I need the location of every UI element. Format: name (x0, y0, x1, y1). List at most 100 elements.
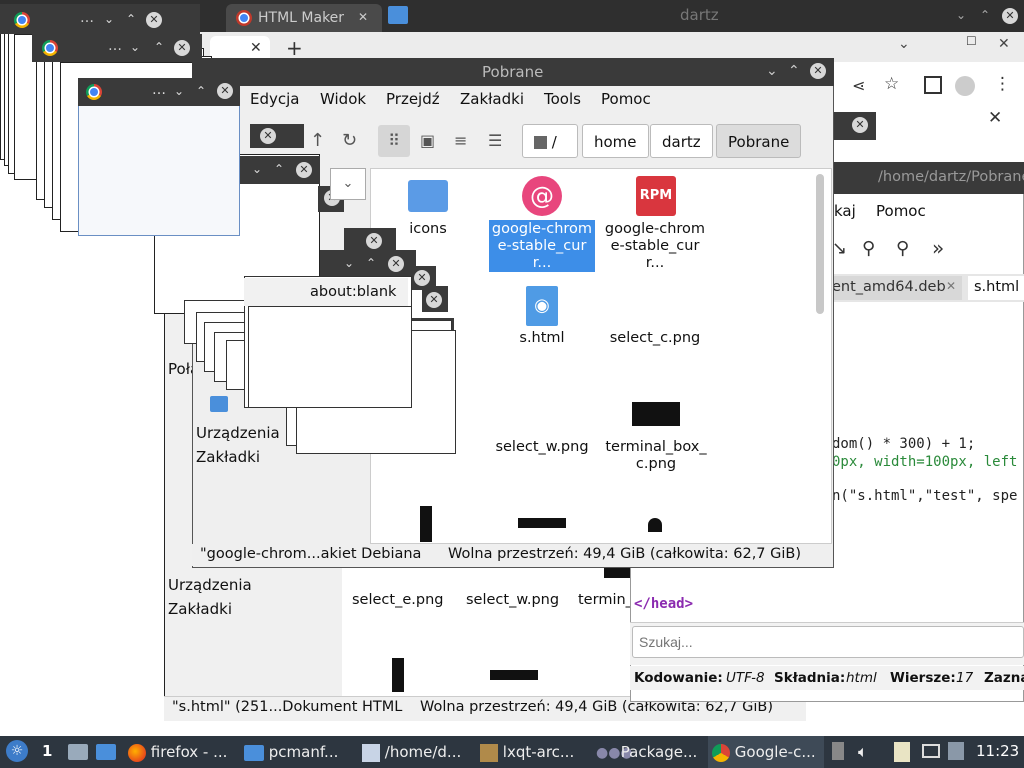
close-icon[interactable]: ✕ (998, 36, 1010, 52)
menu-tools[interactable]: Tools (544, 90, 581, 108)
bookmark-star-icon[interactable]: ☆ (884, 74, 899, 94)
tray-indicator-icon[interactable] (832, 742, 844, 760)
share-icon[interactable]: ⋖ (852, 76, 865, 95)
minimize-icon[interactable]: ⌄ (956, 8, 966, 22)
combo-dropdown[interactable]: ⌄ (330, 168, 366, 200)
minimize-icon[interactable]: ⌄ (344, 256, 354, 270)
folder-icon[interactable] (96, 744, 116, 760)
file-label[interactable]: select_w.png (488, 439, 596, 456)
maximize-icon[interactable]: ☐ (966, 34, 977, 48)
maximize-icon[interactable]: ⌃ (196, 84, 206, 98)
reload-icon[interactable]: ↻ (342, 130, 357, 151)
close-icon[interactable]: ✕ (852, 117, 868, 133)
menu-view[interactable]: Widok (320, 90, 366, 108)
maximize-icon[interactable]: ⌃ (366, 256, 376, 270)
more-menu-icon[interactable]: ⋮ (994, 74, 1011, 94)
close-icon[interactable]: ✕ (988, 108, 1002, 128)
volume-icon[interactable]: 🔈︎ (858, 742, 868, 762)
taskbar-archiver[interactable]: lxqt-arc... (480, 736, 574, 768)
file-label[interactable]: google-chrome-stable_curr... (490, 221, 594, 272)
scrollbar[interactable] (816, 174, 824, 314)
minimize-icon[interactable]: ⌄ (766, 63, 778, 79)
close-icon[interactable]: ✕ (1002, 8, 1018, 24)
close-icon[interactable]: ✕ (260, 128, 276, 144)
close-icon[interactable]: ✕ (810, 63, 826, 79)
browser-tab-html-maker[interactable]: HTML Maker ✕ (226, 4, 382, 32)
view-detailed-icon[interactable]: ☰ (488, 131, 502, 150)
code-line: n("s.html","test", spe (832, 488, 1017, 504)
blank-tab-label[interactable]: about:blank (244, 278, 408, 306)
minimize-icon[interactable]: ⌄ (174, 84, 184, 98)
editor-menu-item[interactable]: kaj (834, 202, 856, 220)
editor-tab-active[interactable]: s.html (968, 276, 1024, 300)
profile-avatar-icon[interactable] (955, 76, 975, 96)
sidebar-bookmarks[interactable]: Zakładki (168, 600, 232, 618)
taskbar-package[interactable]: ●●● Package... (596, 736, 697, 768)
view-compact-icon[interactable]: ≡ (454, 131, 467, 150)
toolbar-arrow-icon[interactable]: ↘ (832, 238, 847, 259)
search-icon[interactable]: ⚲ (862, 238, 875, 259)
file-label[interactable]: google-chrome-stable_curr... (602, 221, 708, 272)
maximize-icon[interactable]: ⌃ (980, 8, 990, 22)
network-icon[interactable] (948, 742, 964, 760)
close-icon[interactable]: ✕ (146, 12, 162, 28)
minimize-icon[interactable]: ⌄ (252, 162, 262, 176)
taskbar-chrome[interactable]: Google-c... (708, 736, 824, 768)
close-icon[interactable]: ✕ (174, 40, 190, 56)
taskbar-pcmanfm[interactable]: pcmanf... (244, 736, 338, 768)
minimize-icon[interactable]: ⌄ (130, 40, 140, 54)
file-label[interactable]: icons (388, 221, 468, 238)
tab-close-icon[interactable]: ✕ (946, 279, 956, 293)
close-icon[interactable]: ✕ (366, 233, 382, 249)
new-tab-button[interactable]: + (286, 36, 303, 60)
battery-icon[interactable] (922, 744, 940, 758)
menu-bookmarks[interactable]: Zakładki (460, 90, 524, 108)
file-label[interactable]: select_c.png (600, 330, 710, 347)
file-label[interactable]: s.html (500, 330, 584, 347)
view-thumbnails-icon[interactable]: ▣ (420, 131, 435, 150)
tab-close-icon[interactable]: ✕ (358, 10, 368, 24)
menu-help[interactable]: Pomoc (601, 90, 651, 108)
clipboard-icon[interactable] (894, 742, 910, 762)
view-icons-button[interactable]: ⠿ (378, 125, 410, 157)
maximize-icon[interactable]: ⌃ (788, 63, 800, 79)
desktop-icon[interactable] (68, 744, 88, 760)
status-label: Wiersze: (890, 670, 956, 686)
editor-tab[interactable]: ent_amd64.deb ✕ (832, 276, 962, 300)
breadcrumb-pobrane[interactable]: Pobrane (716, 124, 802, 158)
maximize-icon[interactable]: ⌃ (126, 12, 136, 26)
pcmanfm-status-bar: "google-chrom...akiet Debiana Wolna prze… (192, 544, 832, 566)
sidebar-devices[interactable]: Urządzenia (168, 576, 252, 594)
breadcrumb-root[interactable]: / (522, 124, 578, 158)
search-replace-icon[interactable]: ⚲ (896, 238, 909, 259)
close-icon[interactable]: ✕ (414, 270, 430, 286)
close-icon[interactable]: ✕ (217, 83, 233, 99)
file-label[interactable]: select_e.png (352, 592, 443, 608)
file-label[interactable]: terminal_box_c.png (604, 439, 708, 473)
file-label[interactable]: termin_c.p (578, 592, 630, 609)
taskbar-editor[interactable]: /home/d... (362, 736, 461, 768)
minimize-icon[interactable]: ⌄ (104, 12, 114, 26)
start-menu-icon[interactable]: ☼ (6, 740, 28, 762)
tab-close-icon[interactable]: ✕ (250, 40, 262, 56)
minimize-icon[interactable]: ⌄ (898, 36, 910, 52)
close-icon[interactable]: ✕ (426, 292, 442, 308)
maximize-icon[interactable]: ⌃ (154, 40, 164, 54)
workspace-switcher[interactable]: 1 (42, 742, 52, 760)
search-input[interactable] (632, 626, 1024, 658)
menu-edit[interactable]: Edycja (250, 90, 299, 108)
breadcrumb-home[interactable]: home (582, 124, 649, 158)
menu-go[interactable]: Przejdź (386, 90, 440, 108)
taskbar-firefox[interactable]: firefox - ... (128, 736, 227, 768)
close-icon[interactable]: ✕ (296, 162, 312, 178)
up-arrow-icon[interactable]: ↑ (310, 130, 325, 151)
sidebar-devices[interactable]: Urządzenia (196, 424, 280, 442)
editor-menu-item[interactable]: Pomoc (876, 202, 926, 220)
maximize-icon[interactable]: ⌃ (274, 162, 284, 176)
file-label[interactable]: select_w.png (466, 592, 559, 608)
close-icon[interactable]: ✕ (388, 256, 404, 272)
side-panel-icon[interactable] (924, 76, 942, 94)
more-tools-icon[interactable]: » (932, 236, 944, 260)
sidebar-bookmarks[interactable]: Zakładki (196, 448, 260, 466)
breadcrumb-dartz[interactable]: dartz (650, 124, 713, 158)
